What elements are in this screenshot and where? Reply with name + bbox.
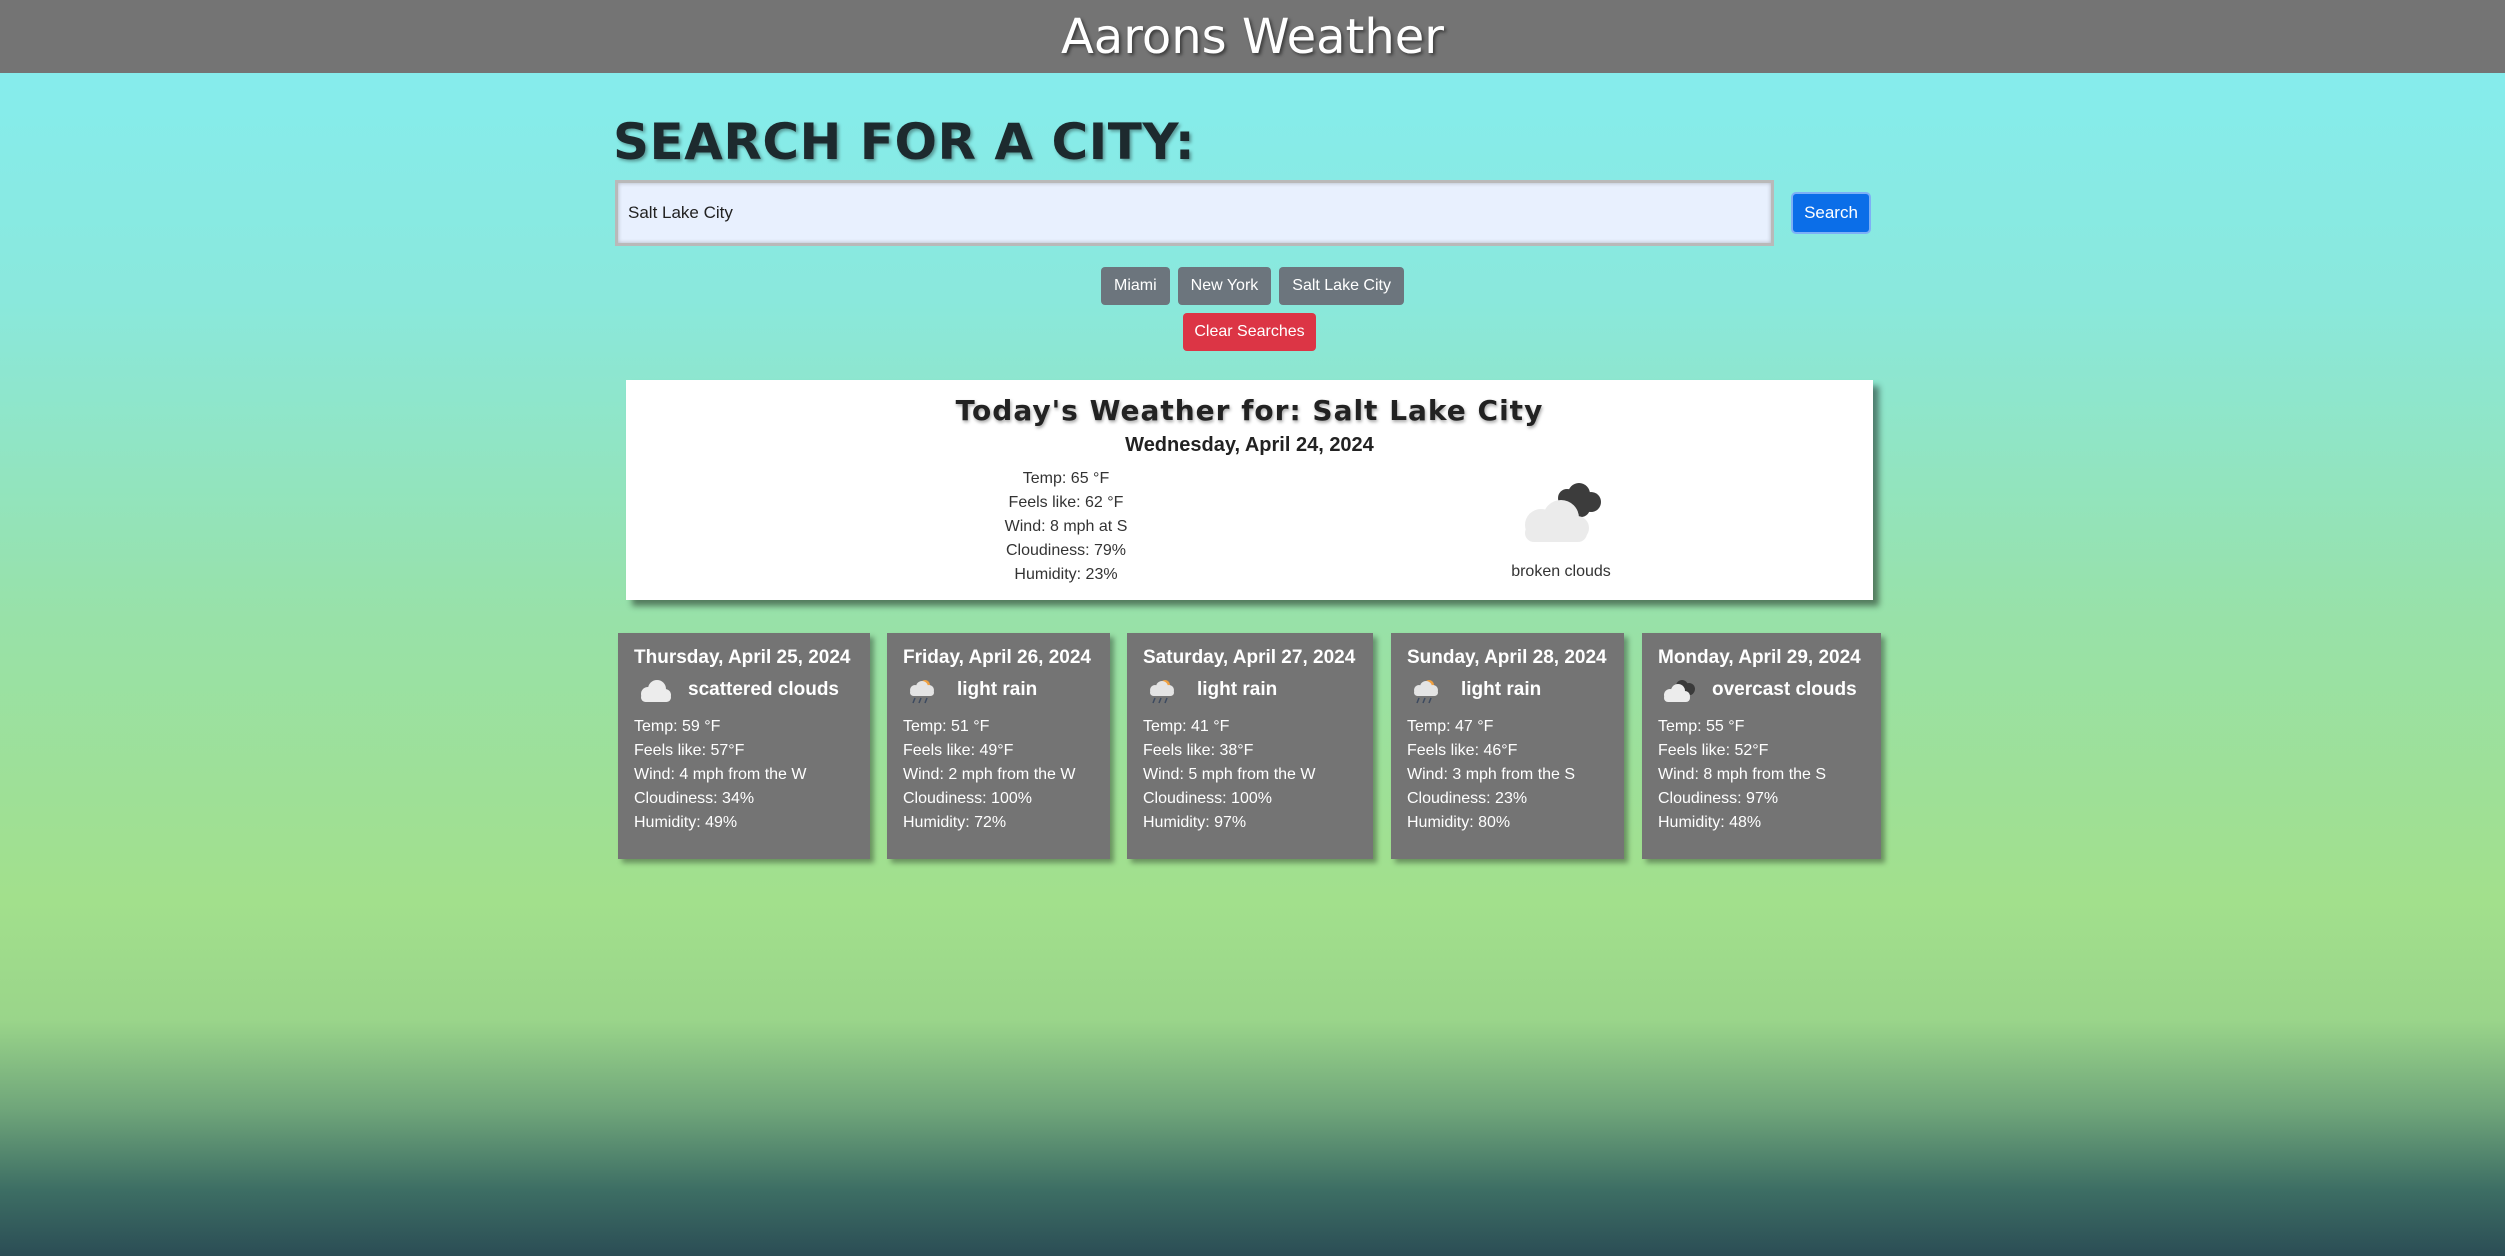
forecast-temp: Temp: 51 °F xyxy=(903,718,990,735)
today-description: broken clouds xyxy=(1511,563,1611,580)
clear-searches-button[interactable]: Clear Searches xyxy=(1183,313,1316,351)
forecast-humidity: Humidity: 48% xyxy=(1658,814,1762,831)
forecast-card: Friday, April 26, 2024 light rain Temp: … xyxy=(887,633,1110,859)
forecast-feels-like: Feels like: 52°F xyxy=(1658,742,1769,759)
forecast-feels-like: Feels like: 46°F xyxy=(1407,742,1518,759)
forecast-feels-like: Feels like: 38°F xyxy=(1143,742,1254,759)
forecast-wind: Wind: 3 mph from the S xyxy=(1407,766,1576,783)
forecast-card: Thursday, April 25, 2024 scattered cloud… xyxy=(618,633,870,859)
forecast-description: light rain xyxy=(957,679,1038,700)
forecast-card: Saturday, April 27, 2024 light rain Temp… xyxy=(1127,633,1373,859)
scattered-clouds-icon xyxy=(641,680,671,702)
broken-clouds-icon xyxy=(1525,483,1601,542)
history-button-miami[interactable]: Miami xyxy=(1101,267,1170,305)
forecast-cloudiness: Cloudiness: 100% xyxy=(903,790,1032,807)
history-button-salt-lake-city[interactable]: Salt Lake City xyxy=(1279,267,1404,305)
today-stats: Temp: 65 °F Feels like: 62 °F Wind: 8 mp… xyxy=(886,467,1246,587)
search-button[interactable]: Search xyxy=(1791,192,1871,234)
today-weather-title: Today's Weather for: Salt Lake City xyxy=(955,394,1544,427)
overcast-clouds-icon xyxy=(1664,680,1695,702)
forecast-feels-like: Feels like: 49°F xyxy=(903,742,1014,759)
forecast-date: Monday, April 29, 2024 xyxy=(1658,647,1861,668)
forecast-cloudiness: Cloudiness: 97% xyxy=(1658,790,1779,807)
search-history: Miami New York Salt Lake City xyxy=(0,267,2505,305)
light-rain-icon xyxy=(1414,680,1438,704)
forecast-humidity: Humidity: 49% xyxy=(634,814,738,831)
forecast-cloudiness: Cloudiness: 34% xyxy=(634,790,755,807)
forecast-wind: Wind: 5 mph from the W xyxy=(1143,766,1316,783)
forecast-date: Sunday, April 28, 2024 xyxy=(1407,647,1607,668)
forecast-date: Thursday, April 25, 2024 xyxy=(634,647,851,668)
light-rain-icon xyxy=(1150,680,1174,704)
forecast-cloudiness: Cloudiness: 100% xyxy=(1143,790,1272,807)
forecast-temp: Temp: 59 °F xyxy=(634,718,721,735)
forecast-temp: Temp: 41 °F xyxy=(1143,718,1230,735)
today-temp: Temp: 65 °F xyxy=(1022,470,1110,487)
light-rain-icon xyxy=(910,680,934,704)
today-weather-card: Today's Weather for: Salt Lake City Wedn… xyxy=(626,380,1873,600)
forecast-date: Saturday, April 27, 2024 xyxy=(1143,647,1356,668)
today-cloudiness: Cloudiness: 79% xyxy=(1005,542,1127,559)
today-wind: Wind: 8 mph at S xyxy=(1004,518,1128,535)
forecast-humidity: Humidity: 72% xyxy=(903,814,1007,831)
forecast-wind: Wind: 4 mph from the W xyxy=(634,766,807,783)
forecast-temp: Temp: 47 °F xyxy=(1407,718,1494,735)
forecast-description: light rain xyxy=(1461,679,1542,700)
forecast-cloudiness: Cloudiness: 23% xyxy=(1407,790,1528,807)
forecast-card: Monday, April 29, 2024 overcast clouds T… xyxy=(1642,633,1881,859)
forecast-date: Friday, April 26, 2024 xyxy=(903,647,1091,668)
app-header: Aarons Weather xyxy=(0,0,2505,73)
forecast-feels-like: Feels like: 57°F xyxy=(634,742,745,759)
search-heading: SEARCH FOR A CITY: xyxy=(613,113,1196,171)
today-humidity: Humidity: 23% xyxy=(1014,566,1118,583)
forecast-wind: Wind: 8 mph from the S xyxy=(1658,766,1827,783)
today-date: Wednesday, April 24, 2024 xyxy=(1125,434,1374,456)
forecast-wind: Wind: 2 mph from the W xyxy=(903,766,1076,783)
app-title: Aarons Weather xyxy=(1060,8,1445,65)
forecast-card: Sunday, April 28, 2024 light rain Temp: … xyxy=(1391,633,1624,859)
city-search-input[interactable] xyxy=(615,180,1774,246)
forecast-temp: Temp: 55 °F xyxy=(1658,718,1745,735)
history-button-new-york[interactable]: New York xyxy=(1177,267,1272,305)
forecast-humidity: Humidity: 97% xyxy=(1143,814,1247,831)
forecast-description: overcast clouds xyxy=(1712,679,1857,700)
today-feels-like: Feels like: 62 °F xyxy=(1008,494,1124,511)
forecast-description: scattered clouds xyxy=(688,679,839,700)
forecast-description: light rain xyxy=(1197,679,1278,700)
forecast-humidity: Humidity: 80% xyxy=(1407,814,1511,831)
